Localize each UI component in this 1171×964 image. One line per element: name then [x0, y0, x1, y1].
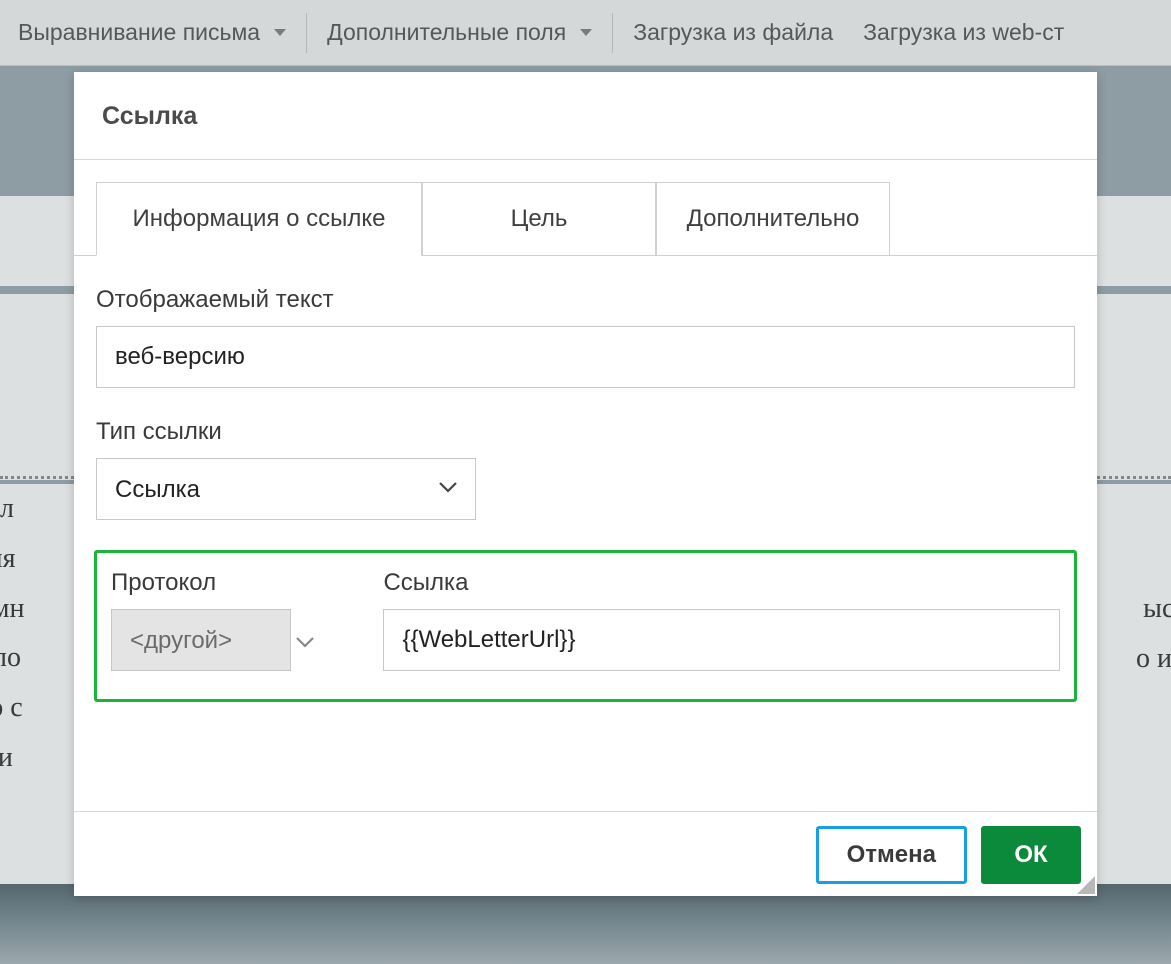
- bg-text-fragment: ыстр: [1143, 584, 1171, 634]
- toolbar-separator: [612, 13, 613, 53]
- url-input[interactable]: [383, 609, 1060, 671]
- field-url: Ссылка: [383, 569, 1060, 671]
- bg-text-fragment: о или: [1136, 634, 1171, 684]
- editor-toolbar: Выравнивание письма Дополнительные поля …: [0, 0, 1171, 66]
- field-protocol: Протокол <другой>: [111, 569, 315, 671]
- caret-down-icon: [274, 29, 286, 36]
- toolbar-item-label: Загрузка из web-ст: [863, 19, 1064, 46]
- display-text-input[interactable]: [96, 326, 1075, 388]
- ok-button[interactable]: ОК: [981, 826, 1081, 884]
- bg-image: [0, 884, 1171, 964]
- field-label: Тип ссылки: [96, 418, 1075, 446]
- tab-label: Цель: [511, 205, 568, 232]
- toolbar-item-extra-fields[interactable]: Дополнительные поля: [317, 19, 602, 46]
- link-dialog: Ссылка Информация о ссылке Цель Дополнит…: [74, 72, 1097, 896]
- field-label: Протокол: [111, 569, 315, 597]
- tab-label: Дополнительно: [687, 205, 860, 232]
- dialog-body: Информация о ссылке Цель Дополнительно О…: [74, 160, 1097, 811]
- caret-down-icon: [580, 29, 592, 36]
- tab-advanced[interactable]: Дополнительно: [656, 182, 890, 256]
- field-display-text: Отображаемый текст: [96, 286, 1075, 388]
- toolbar-separator: [306, 13, 307, 53]
- link-type-select[interactable]: Ссылка: [96, 458, 476, 520]
- dialog-title: Ссылка: [102, 102, 1069, 131]
- protocol-select[interactable]: <другой>: [111, 609, 291, 671]
- form-area: Отображаемый текст Тип ссылки Ссылка Про…: [74, 256, 1097, 722]
- chevron-down-icon: [295, 635, 315, 652]
- tab-link-info[interactable]: Информация о ссылке: [96, 182, 422, 256]
- toolbar-item-label: Загрузка из файла: [633, 19, 833, 46]
- field-label: Отображаемый текст: [96, 286, 1075, 314]
- field-link-type: Тип ссылки Ссылка: [96, 418, 1075, 520]
- highlighted-section: Протокол <другой> Ссылка: [94, 550, 1077, 702]
- dialog-tabs: Информация о ссылке Цель Дополнительно: [74, 160, 1097, 256]
- dialog-footer: Отмена ОК: [74, 811, 1097, 896]
- toolbar-item-label: Выравнивание письма: [18, 19, 260, 46]
- toolbar-item-label: Дополнительные поля: [327, 19, 566, 46]
- toolbar-item-load-web[interactable]: Загрузка из web-ст: [853, 19, 1074, 46]
- cancel-button[interactable]: Отмена: [816, 826, 967, 884]
- resize-grip-icon[interactable]: [1075, 874, 1095, 894]
- field-label: Ссылка: [383, 569, 1060, 597]
- tab-target[interactable]: Цель: [422, 182, 656, 256]
- toolbar-item-alignment[interactable]: Выравнивание письма: [8, 19, 296, 46]
- dialog-header: Ссылка: [74, 72, 1097, 160]
- tab-label: Информация о ссылке: [133, 205, 386, 232]
- toolbar-item-load-file[interactable]: Загрузка из файла: [623, 19, 843, 46]
